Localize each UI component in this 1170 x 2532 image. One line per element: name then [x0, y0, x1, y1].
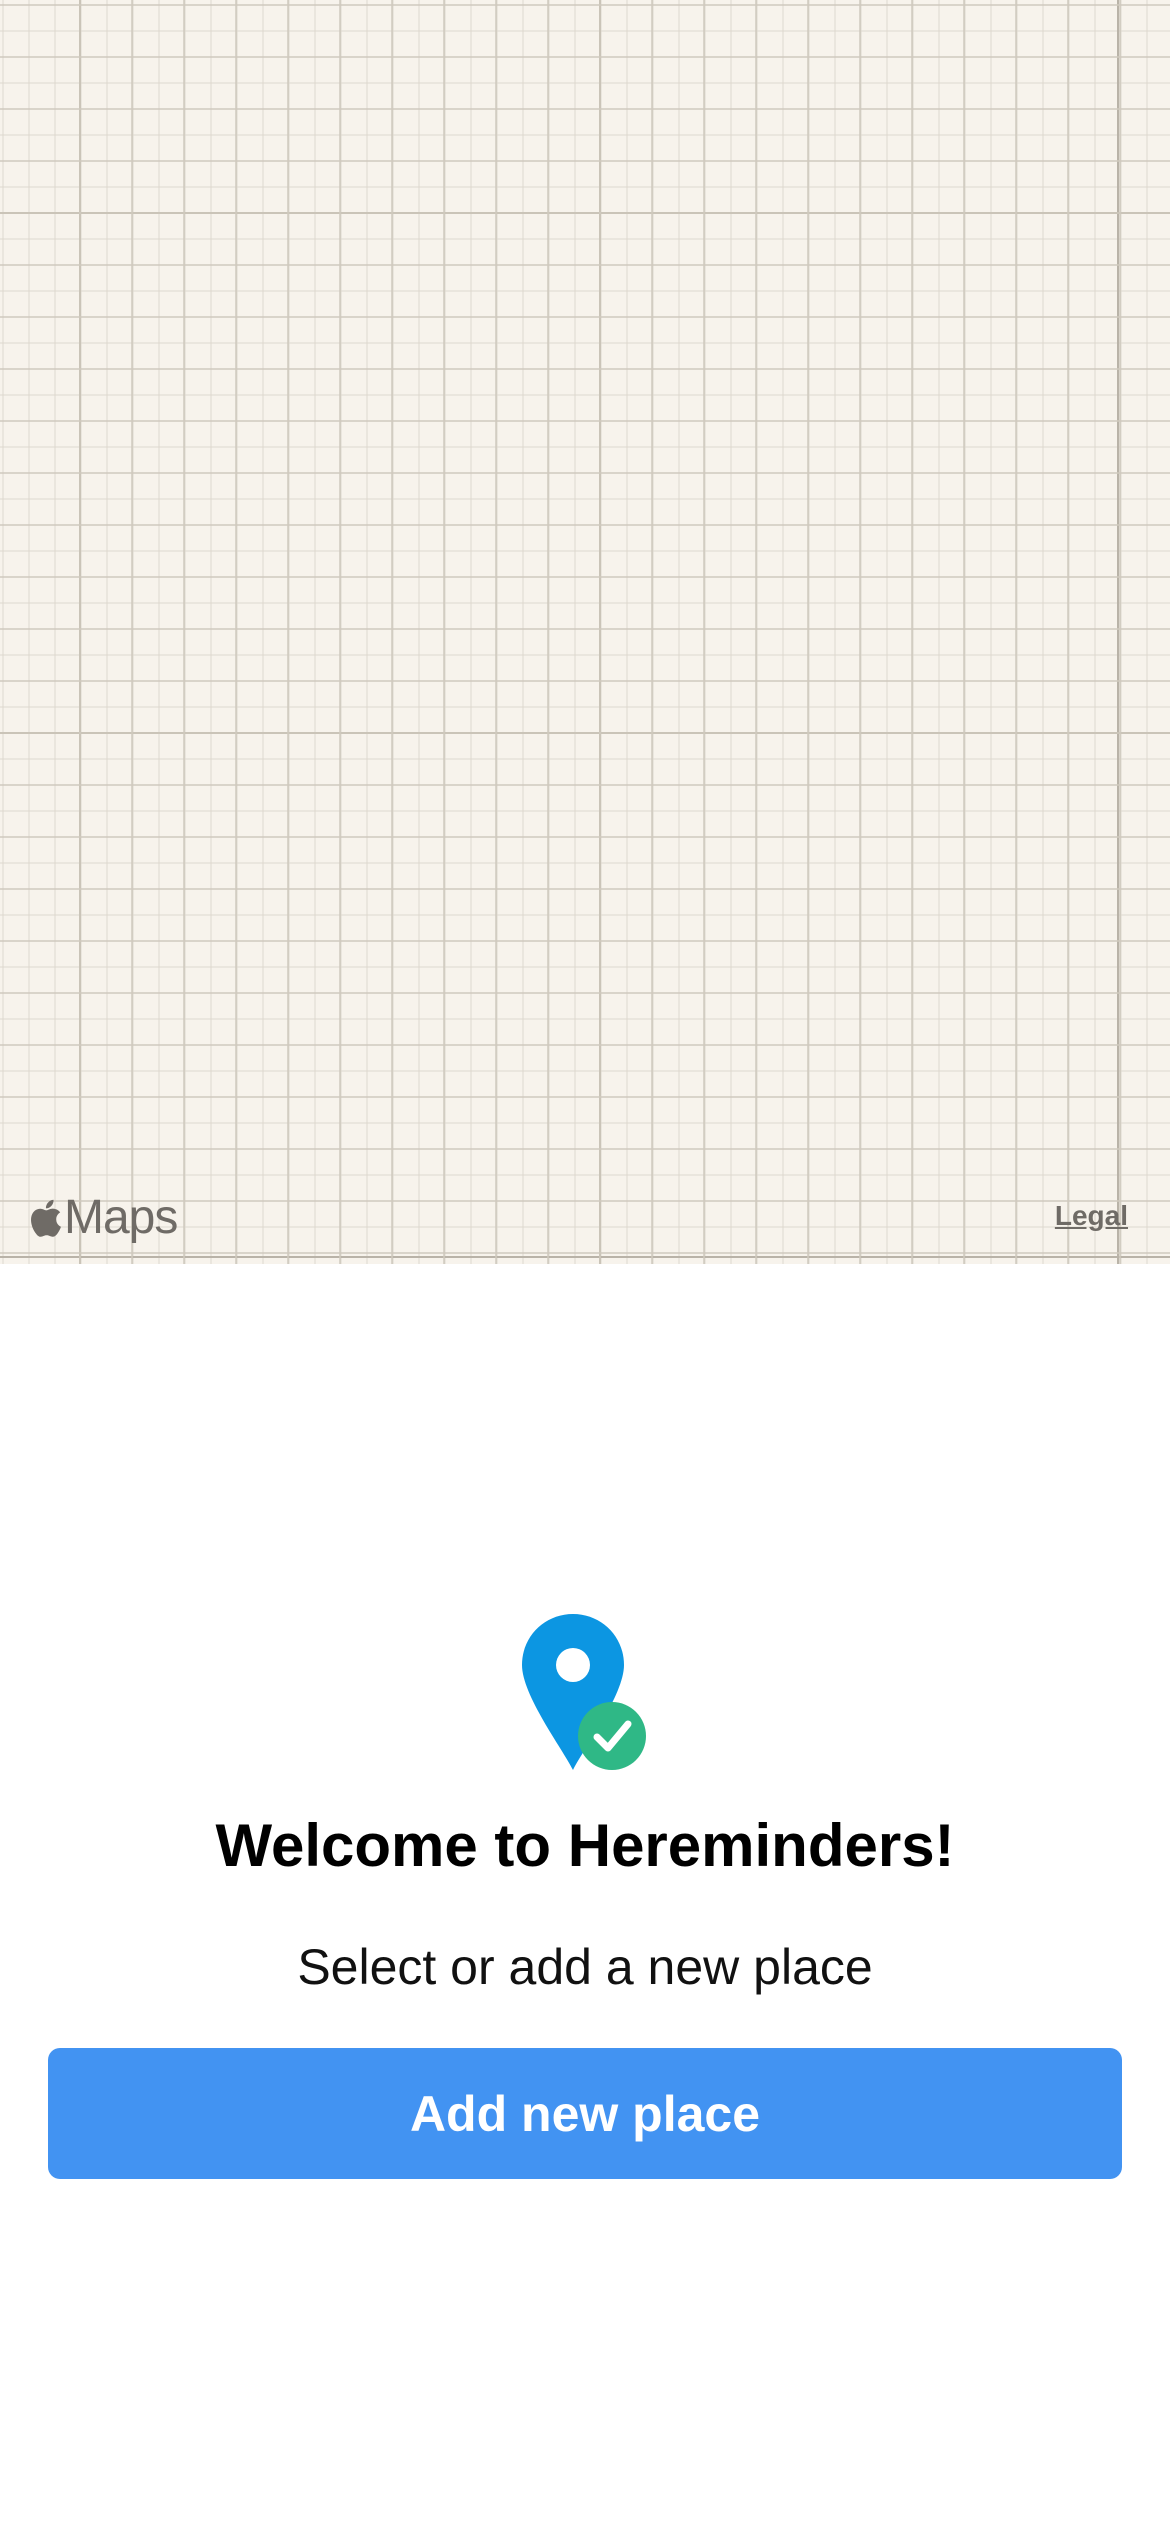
add-new-place-button[interactable]: Add new place	[48, 2048, 1122, 2179]
welcome-title: Welcome to Hereminders!	[215, 1812, 955, 1879]
apple-maps-attribution[interactable]: Maps	[28, 1190, 178, 1246]
welcome-subtitle: Select or add a new place	[297, 1939, 873, 1995]
map-view[interactable]: Maps Legal	[0, 0, 1170, 1264]
map-grid	[0, 0, 1170, 1264]
legal-link[interactable]: Legal	[1055, 1200, 1128, 1232]
add-new-place-label: Add new place	[409, 2085, 761, 2142]
location-pin-check-icon	[522, 1614, 646, 1770]
app-screen: Maps Legal Welcome to Hereminders! Selec…	[0, 0, 1170, 2532]
maps-attribution-text: Maps	[64, 1191, 178, 1244]
apple-logo-icon	[31, 1199, 61, 1237]
welcome-sheet	[0, 1264, 1170, 2532]
